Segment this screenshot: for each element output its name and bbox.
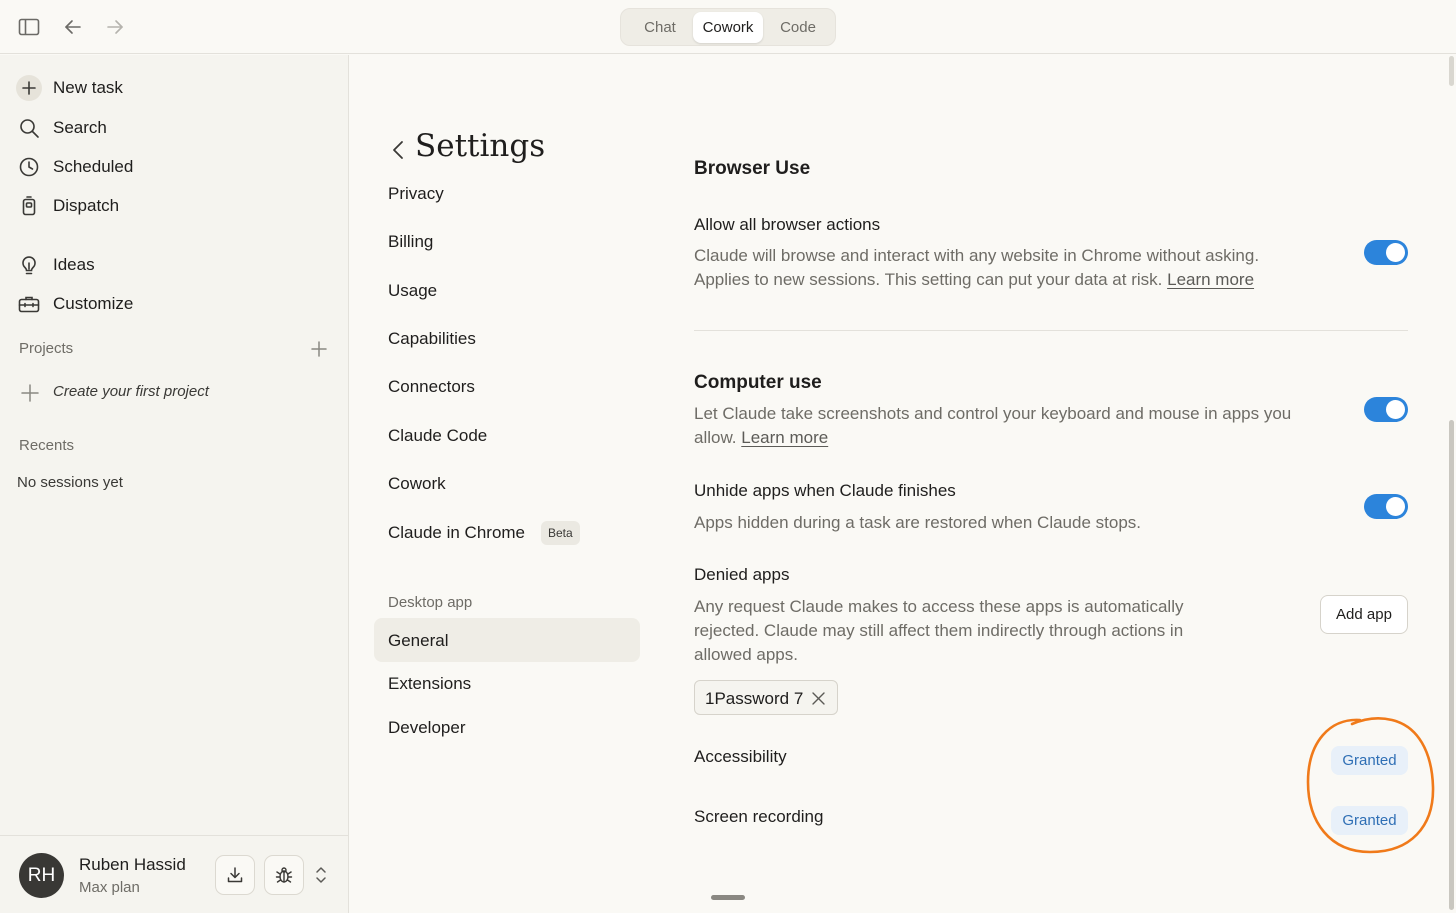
add-project-icon[interactable] bbox=[309, 339, 329, 359]
profile-plan: Max plan bbox=[79, 879, 140, 896]
sidebar-item-label: Search bbox=[53, 118, 107, 137]
plus-icon bbox=[19, 382, 41, 404]
lightbulb-icon bbox=[16, 252, 42, 278]
add-app-button[interactable]: Add app bbox=[1320, 595, 1408, 634]
page-title: Settings bbox=[415, 128, 546, 164]
avatar[interactable]: RH bbox=[19, 853, 64, 898]
mode-switcher: Chat Cowork Code bbox=[620, 8, 836, 46]
sidebar-item-scheduled[interactable]: Scheduled bbox=[16, 152, 336, 182]
profile-name[interactable]: Ruben Hassid bbox=[79, 855, 186, 875]
divider bbox=[694, 330, 1408, 331]
browser-actions-toggle[interactable] bbox=[1364, 240, 1408, 265]
chevron-up-down-icon[interactable] bbox=[312, 864, 330, 886]
sidebar-item-label: Ideas bbox=[53, 255, 95, 274]
screen-recording-status-badge[interactable]: Granted bbox=[1331, 806, 1408, 835]
settings-nav-cowork[interactable]: Cowork bbox=[388, 474, 446, 494]
accessibility-title: Accessibility bbox=[694, 747, 787, 766]
denied-app-name: 1Password 7 bbox=[705, 689, 804, 708]
desc-line: Claude will browse and interact with any… bbox=[694, 246, 1260, 265]
computer-use-title: Computer use bbox=[694, 372, 822, 393]
desc-line: Let Claude take screenshots and control … bbox=[694, 404, 1292, 423]
sidebar-toggle-icon[interactable] bbox=[16, 14, 42, 40]
sidebar-item-ideas[interactable]: Ideas bbox=[16, 250, 336, 280]
bug-report-button[interactable] bbox=[264, 855, 304, 895]
computer-use-desc: Let Claude take screenshots and control … bbox=[694, 402, 1291, 450]
tab-code[interactable]: Code bbox=[765, 12, 831, 43]
clock-icon bbox=[16, 154, 42, 180]
settings-nav-extensions[interactable]: Extensions bbox=[388, 674, 471, 694]
toggle-knob bbox=[1386, 400, 1405, 419]
sidebar-item-dispatch[interactable]: Dispatch bbox=[16, 191, 336, 221]
scrolled-section-heading-clip: Browser Use bbox=[690, 140, 1420, 180]
desc-line: Applies to new sessions. This setting ca… bbox=[694, 270, 1163, 289]
scrollbar-track-top bbox=[1449, 56, 1454, 86]
desc-line: rejected. Claude may still affect them i… bbox=[694, 621, 1184, 640]
sidebar-item-label: Scheduled bbox=[53, 157, 134, 176]
toggle-knob bbox=[1386, 497, 1405, 516]
learn-more-link[interactable]: Learn more bbox=[741, 428, 828, 447]
unhide-apps-toggle[interactable] bbox=[1364, 494, 1408, 519]
settings-nav-privacy[interactable]: Privacy bbox=[388, 184, 444, 204]
close-icon[interactable] bbox=[811, 691, 826, 706]
desktop-app-heading: Desktop app bbox=[388, 594, 473, 611]
browser-actions-desc: Claude will browse and interact with any… bbox=[694, 244, 1259, 292]
settings-nav-claude-in-chrome[interactable]: Claude in Chrome bbox=[388, 523, 525, 543]
desc-line: allow. bbox=[694, 428, 737, 447]
settings-nav-capabilities[interactable]: Capabilities bbox=[388, 329, 476, 349]
tab-chat[interactable]: Chat bbox=[627, 12, 693, 43]
plus-icon bbox=[16, 75, 42, 101]
scroll-indicator bbox=[711, 895, 745, 900]
top-bar: Chat Cowork Code bbox=[0, 0, 1456, 54]
scrollbar[interactable] bbox=[1449, 420, 1454, 910]
toolbox-icon bbox=[16, 291, 42, 317]
learn-more-link[interactable]: Learn more bbox=[1167, 270, 1254, 289]
desc-line: allowed apps. bbox=[694, 645, 798, 664]
settings-nav-general[interactable]: General bbox=[388, 631, 448, 651]
search-icon bbox=[16, 115, 42, 141]
projects-heading: Projects bbox=[19, 340, 74, 357]
create-first-project-link[interactable]: Create your first project bbox=[19, 380, 319, 404]
forward-arrow-icon[interactable] bbox=[102, 14, 128, 40]
computer-use-toggle[interactable] bbox=[1364, 397, 1408, 422]
denied-apps-desc: Any request Claude makes to access these… bbox=[694, 595, 1183, 667]
download-button[interactable] bbox=[215, 855, 255, 895]
profile-area: RH Ruben Hassid Max plan bbox=[0, 835, 349, 913]
tab-cowork[interactable]: Cowork bbox=[693, 12, 763, 43]
settings-nav-billing[interactable]: Billing bbox=[388, 232, 433, 252]
sidebar-item-label: New task bbox=[53, 78, 123, 97]
accessibility-status-badge[interactable]: Granted bbox=[1331, 746, 1408, 775]
denied-apps-title: Denied apps bbox=[694, 565, 790, 584]
denied-app-chip: 1Password 7 bbox=[694, 680, 838, 715]
settings-nav-usage[interactable]: Usage bbox=[388, 281, 437, 301]
dispatch-icon bbox=[16, 193, 42, 219]
desc-line: Any request Claude makes to access these… bbox=[694, 597, 1184, 616]
settings-nav-connectors[interactable]: Connectors bbox=[388, 377, 475, 397]
sidebar-item-search[interactable]: Search bbox=[16, 113, 336, 143]
sidebar: New task Search Scheduled Dispatch Ideas… bbox=[0, 55, 349, 913]
annotation-circle bbox=[1306, 717, 1435, 854]
back-chevron-icon[interactable] bbox=[388, 138, 408, 162]
download-icon bbox=[227, 867, 243, 883]
sidebar-item-customize[interactable]: Customize bbox=[16, 289, 336, 319]
no-sessions-text: No sessions yet bbox=[17, 474, 123, 491]
settings-nav-claude-code[interactable]: Claude Code bbox=[388, 426, 487, 446]
create-project-label: Create your first project bbox=[53, 383, 209, 400]
settings-nav-developer[interactable]: Developer bbox=[388, 718, 466, 738]
sidebar-item-label: Dispatch bbox=[53, 196, 120, 215]
recents-heading: Recents bbox=[19, 437, 75, 454]
browser-actions-title: Allow all browser actions bbox=[694, 215, 881, 234]
unhide-apps-title: Unhide apps when Claude finishes bbox=[694, 481, 956, 500]
sidebar-item-new-task[interactable]: New task bbox=[16, 73, 336, 103]
unhide-apps-desc: Apps hidden during a task are restored w… bbox=[694, 513, 1141, 532]
back-arrow-icon[interactable] bbox=[60, 14, 86, 40]
screen-recording-title: Screen recording bbox=[694, 807, 824, 826]
sidebar-item-label: Customize bbox=[53, 294, 134, 313]
beta-badge: Beta bbox=[541, 521, 580, 545]
bug-icon bbox=[275, 867, 293, 883]
section-heading-browser-use: Browser Use bbox=[694, 158, 811, 179]
toggle-knob bbox=[1386, 243, 1405, 262]
